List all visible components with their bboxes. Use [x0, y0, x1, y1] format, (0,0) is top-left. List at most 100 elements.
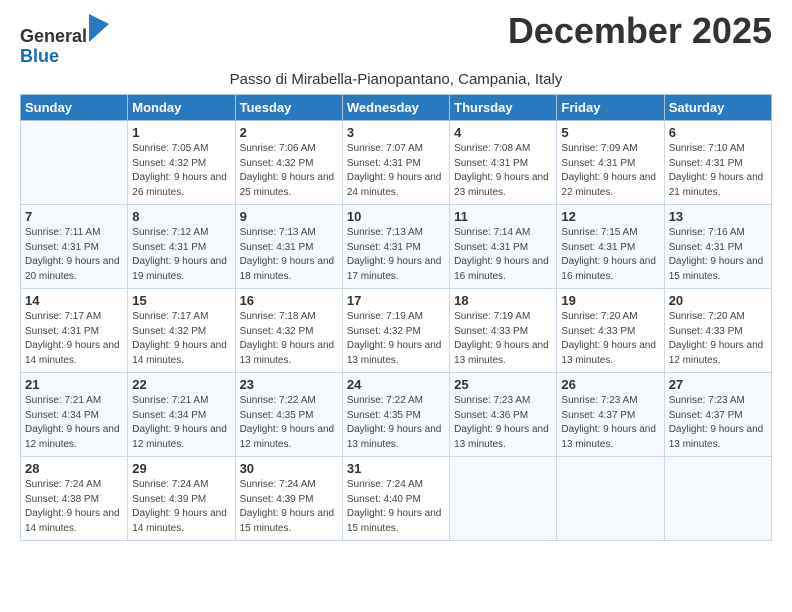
- page: General Blue December 2025 Passo di Mira…: [0, 0, 792, 612]
- calendar-cell: 27 Sunrise: 7:23 AMSunset: 4:37 PMDayligh…: [664, 373, 771, 457]
- calendar-cell: [557, 457, 664, 541]
- calendar-cell: [450, 457, 557, 541]
- calendar-week-row: 7 Sunrise: 7:11 AMSunset: 4:31 PMDaylight…: [21, 205, 772, 289]
- calendar-cell: 16Sunrise: 7:18 AMSunset: 4:32 PMDayligh…: [235, 289, 342, 373]
- day-number: 12: [561, 209, 659, 224]
- weekday-header-monday: Monday: [128, 95, 235, 121]
- day-number: 13: [669, 209, 767, 224]
- calendar-cell: 5Sunrise: 7:09 AMSunset: 4:31 PMDaylight…: [557, 121, 664, 205]
- day-info: Sunrise: 7:13 AMSunset: 4:31 PMDaylight:…: [240, 226, 338, 284]
- day-number: 26: [561, 377, 659, 392]
- calendar-cell: 8 Sunrise: 7:12 AMSunset: 4:31 PMDaylight…: [128, 205, 235, 289]
- calendar-week-row: 21 Sunrise: 7:21 AMSunset: 4:34 PMDayligh…: [21, 373, 772, 457]
- day-info: Sunrise: 7:05 AMSunset: 4:32 PMDaylight:…: [132, 142, 230, 200]
- day-number: 1: [132, 125, 230, 140]
- calendar-cell: [21, 121, 128, 205]
- calendar-body: 1 Sunrise: 7:05 AMSunset: 4:32 PMDaylight…: [21, 121, 772, 541]
- calendar-week-row: 1 Sunrise: 7:05 AMSunset: 4:32 PMDaylight…: [21, 121, 772, 205]
- calendar-cell: 3 Sunrise: 7:07 AMSunset: 4:31 PMDaylight…: [342, 121, 449, 205]
- calendar-cell: 18 Sunrise: 7:19 AMSunset: 4:33 PMDayligh…: [450, 289, 557, 373]
- day-info: Sunrise: 7:21 AMSunset: 4:34 PMDaylight:…: [132, 394, 230, 452]
- weekday-header-thursday: Thursday: [450, 95, 557, 121]
- day-number: 11: [454, 209, 552, 224]
- month-title: December 2025: [508, 10, 772, 52]
- calendar-cell: 31 Sunrise: 7:24 AMSunset: 4:40 PMDayligh…: [342, 457, 449, 541]
- day-number: 3: [347, 125, 445, 140]
- calendar-cell: 9 Sunrise: 7:13 AMSunset: 4:31 PMDaylight…: [235, 205, 342, 289]
- day-info: Sunrise: 7:12 AMSunset: 4:31 PMDaylight:…: [132, 226, 230, 284]
- calendar-cell: 20Sunrise: 7:20 AMSunset: 4:33 PMDayligh…: [664, 289, 771, 373]
- day-number: 8: [132, 209, 230, 224]
- day-number: 18: [454, 293, 552, 308]
- day-info: Sunrise: 7:08 AMSunset: 4:31 PMDaylight:…: [454, 142, 552, 200]
- day-number: 30: [240, 461, 338, 476]
- weekday-header-sunday: Sunday: [21, 95, 128, 121]
- day-info: Sunrise: 7:16 AMSunset: 4:31 PMDaylight:…: [669, 226, 767, 284]
- calendar-cell: 4 Sunrise: 7:08 AMSunset: 4:31 PMDaylight…: [450, 121, 557, 205]
- day-info: Sunrise: 7:23 AMSunset: 4:37 PMDaylight:…: [669, 394, 767, 452]
- day-number: 17: [347, 293, 445, 308]
- day-number: 2: [240, 125, 338, 140]
- day-number: 31: [347, 461, 445, 476]
- calendar-cell: 11 Sunrise: 7:14 AMSunset: 4:31 PMDayligh…: [450, 205, 557, 289]
- logo-icon: [89, 14, 109, 42]
- calendar-cell: 29Sunrise: 7:24 AMSunset: 4:39 PMDayligh…: [128, 457, 235, 541]
- day-number: 20: [669, 293, 767, 308]
- day-info: Sunrise: 7:07 AMSunset: 4:31 PMDaylight:…: [347, 142, 445, 200]
- calendar-cell: 10 Sunrise: 7:13 AMSunset: 4:31 PMDayligh…: [342, 205, 449, 289]
- calendar-cell: 28Sunrise: 7:24 AMSunset: 4:38 PMDayligh…: [21, 457, 128, 541]
- day-info: Sunrise: 7:24 AMSunset: 4:40 PMDaylight:…: [347, 478, 445, 536]
- calendar-cell: 6 Sunrise: 7:10 AMSunset: 4:31 PMDaylight…: [664, 121, 771, 205]
- day-number: 5: [561, 125, 659, 140]
- calendar-cell: 21 Sunrise: 7:21 AMSunset: 4:34 PMDayligh…: [21, 373, 128, 457]
- calendar-table: SundayMondayTuesdayWednesdayThursdayFrid…: [20, 94, 772, 541]
- day-info: Sunrise: 7:24 AMSunset: 4:39 PMDaylight:…: [240, 478, 338, 536]
- calendar-cell: 2 Sunrise: 7:06 AMSunset: 4:32 PMDaylight…: [235, 121, 342, 205]
- weekday-header-saturday: Saturday: [664, 95, 771, 121]
- day-info: Sunrise: 7:11 AMSunset: 4:31 PMDaylight:…: [25, 226, 123, 284]
- calendar-cell: 25Sunrise: 7:23 AMSunset: 4:36 PMDayligh…: [450, 373, 557, 457]
- day-number: 7: [25, 209, 123, 224]
- calendar-week-row: 28Sunrise: 7:24 AMSunset: 4:38 PMDayligh…: [21, 457, 772, 541]
- day-number: 6: [669, 125, 767, 140]
- day-info: Sunrise: 7:23 AMSunset: 4:36 PMDaylight:…: [454, 394, 552, 452]
- day-number: 28: [25, 461, 123, 476]
- day-info: Sunrise: 7:10 AMSunset: 4:31 PMDaylight:…: [669, 142, 767, 200]
- day-number: 4: [454, 125, 552, 140]
- calendar-cell: 30 Sunrise: 7:24 AMSunset: 4:39 PMDayligh…: [235, 457, 342, 541]
- day-info: Sunrise: 7:19 AMSunset: 4:32 PMDaylight:…: [347, 310, 445, 368]
- header: General Blue December 2025: [20, 10, 772, 67]
- day-info: Sunrise: 7:19 AMSunset: 4:33 PMDaylight:…: [454, 310, 552, 368]
- day-info: Sunrise: 7:21 AMSunset: 4:34 PMDaylight:…: [25, 394, 123, 452]
- day-info: Sunrise: 7:13 AMSunset: 4:31 PMDaylight:…: [347, 226, 445, 284]
- day-info: Sunrise: 7:24 AMSunset: 4:39 PMDaylight:…: [132, 478, 230, 536]
- calendar-cell: 17 Sunrise: 7:19 AMSunset: 4:32 PMDayligh…: [342, 289, 449, 373]
- calendar-header: SundayMondayTuesdayWednesdayThursdayFrid…: [21, 95, 772, 121]
- day-number: 27: [669, 377, 767, 392]
- day-number: 24: [347, 377, 445, 392]
- weekday-header-wednesday: Wednesday: [342, 95, 449, 121]
- logo-blue: Blue: [20, 46, 59, 66]
- day-info: Sunrise: 7:06 AMSunset: 4:32 PMDaylight:…: [240, 142, 338, 200]
- day-info: Sunrise: 7:15 AMSunset: 4:31 PMDaylight:…: [561, 226, 659, 284]
- day-number: 15: [132, 293, 230, 308]
- calendar-cell: 24Sunrise: 7:22 AMSunset: 4:35 PMDayligh…: [342, 373, 449, 457]
- day-info: Sunrise: 7:20 AMSunset: 4:33 PMDaylight:…: [561, 310, 659, 368]
- calendar-cell: 7 Sunrise: 7:11 AMSunset: 4:31 PMDaylight…: [21, 205, 128, 289]
- day-number: 23: [240, 377, 338, 392]
- day-number: 9: [240, 209, 338, 224]
- weekday-header-friday: Friday: [557, 95, 664, 121]
- calendar-cell: 19Sunrise: 7:20 AMSunset: 4:33 PMDayligh…: [557, 289, 664, 373]
- day-number: 14: [25, 293, 123, 308]
- day-number: 22: [132, 377, 230, 392]
- day-info: Sunrise: 7:17 AMSunset: 4:31 PMDaylight:…: [25, 310, 123, 368]
- day-info: Sunrise: 7:22 AMSunset: 4:35 PMDaylight:…: [240, 394, 338, 452]
- logo: General Blue: [20, 14, 109, 67]
- day-number: 10: [347, 209, 445, 224]
- day-info: Sunrise: 7:14 AMSunset: 4:31 PMDaylight:…: [454, 226, 552, 284]
- calendar-cell: 14 Sunrise: 7:17 AMSunset: 4:31 PMDayligh…: [21, 289, 128, 373]
- calendar-cell: 26Sunrise: 7:23 AMSunset: 4:37 PMDayligh…: [557, 373, 664, 457]
- calendar-cell: [664, 457, 771, 541]
- calendar-cell: 23 Sunrise: 7:22 AMSunset: 4:35 PMDayligh…: [235, 373, 342, 457]
- day-number: 21: [25, 377, 123, 392]
